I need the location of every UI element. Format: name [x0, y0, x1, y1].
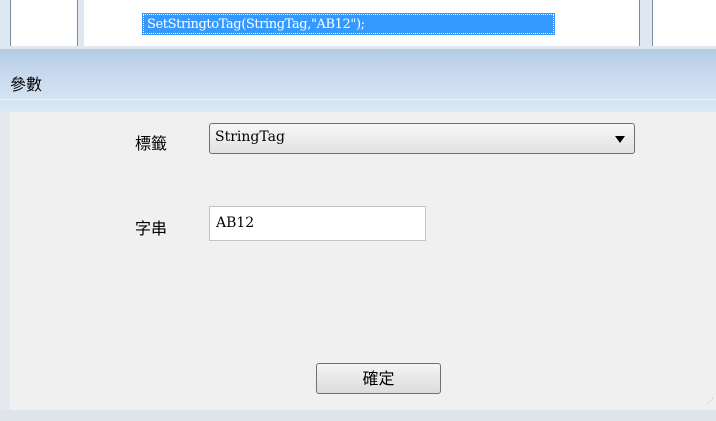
string-input-value: AB12: [216, 215, 255, 231]
ok-button[interactable]: 確定: [316, 363, 441, 394]
parameter-panel-header: 參數: [0, 49, 716, 112]
panel-left-edge: [0, 112, 10, 421]
tag-dropdown[interactable]: StringTag: [209, 123, 635, 154]
script-editor-gutter: [10, 0, 78, 46]
header-divider: [0, 99, 716, 100]
string-input[interactable]: AB12: [209, 206, 426, 241]
chevron-down-icon[interactable]: [615, 136, 625, 143]
tag-dropdown-value: StringTag: [215, 129, 285, 145]
script-line-selected[interactable]: SetStringtoTag(StringTag,"AB12");: [142, 13, 555, 35]
panel-bottom-edge: [0, 410, 716, 421]
script-editor-right-column: [652, 0, 716, 46]
string-label: 字串: [135, 219, 168, 238]
script-editor: SetStringtoTag(StringTag,"AB12");: [0, 0, 716, 49]
tag-label: 標籤: [135, 134, 168, 153]
resize-grip-icon[interactable]: ⋰: [704, 398, 714, 409]
parameter-panel-title: 參數: [10, 75, 43, 94]
